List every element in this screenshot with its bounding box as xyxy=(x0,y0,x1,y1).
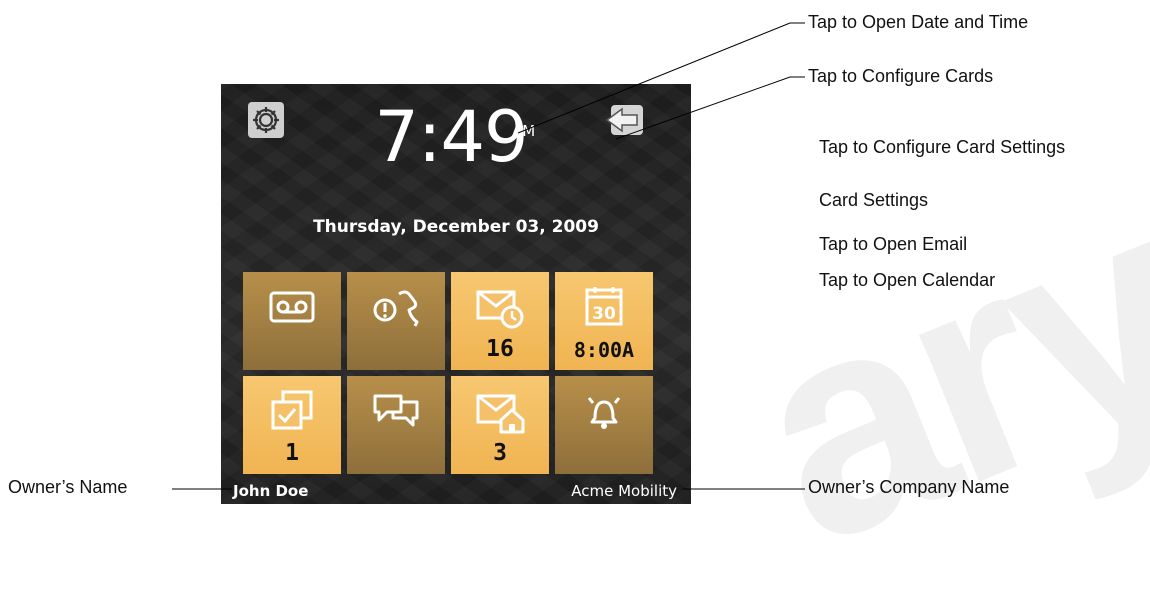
home-email-card[interactable]: 3 xyxy=(451,376,549,474)
calendar-day-number: 30 xyxy=(592,304,616,324)
email-home-icon xyxy=(476,394,525,434)
messaging-icon xyxy=(373,394,419,427)
owner-name: John Doe xyxy=(233,482,309,500)
calendar-icon: 30 xyxy=(585,287,623,326)
owner-company: Acme Mobility xyxy=(571,482,677,500)
gear-icon[interactable] xyxy=(248,102,284,138)
voicemail-icon xyxy=(269,291,315,323)
missed-call-icon xyxy=(373,290,419,327)
email-card[interactable]: 16 xyxy=(451,272,549,370)
preliminary-watermark: ary xyxy=(712,138,1150,608)
alarm-card[interactable] xyxy=(555,376,653,474)
date-label[interactable]: Thursday, December 03, 2009 xyxy=(221,217,691,237)
callout-open-email: Tap to Open Email xyxy=(819,234,968,254)
configure-cards-icon[interactable] xyxy=(605,103,645,137)
email-clock-icon xyxy=(476,290,524,329)
callout-open-calendar: Tap to Open Calendar xyxy=(819,270,996,290)
callout-date-time: Tap to Open Date and Time xyxy=(808,12,1029,32)
alarm-bell-icon xyxy=(587,397,621,429)
tasks-icon xyxy=(271,390,313,430)
callout-card-settings: Card Settings xyxy=(819,190,929,210)
card-count: 1 xyxy=(285,440,299,466)
callout-configure-card-settings: Tap to Configure Card Settings xyxy=(819,137,1066,157)
callout-owner-company: Owner’s Company Name xyxy=(808,477,1010,497)
callout-configure-cards: Tap to Configure Cards xyxy=(808,66,994,86)
card-count: 3 xyxy=(493,440,507,466)
tasks-card[interactable]: 1 xyxy=(243,376,341,474)
card-grid: 16 30 8:00A 1 3 xyxy=(243,272,655,474)
messaging-card[interactable] xyxy=(347,376,445,474)
callout-owner-name: Owner’s Name xyxy=(8,477,128,497)
today-screen: 7:49 AM Thursday, December 03, 2009 16 3… xyxy=(221,84,691,504)
clock-ampm[interactable]: AM xyxy=(512,122,535,140)
voicemail-card[interactable] xyxy=(243,272,341,370)
card-count: 8:00A xyxy=(573,338,635,362)
card-count: 16 xyxy=(486,336,514,362)
calendar-card[interactable]: 30 8:00A xyxy=(555,272,653,370)
missed-call-card[interactable] xyxy=(347,272,445,370)
